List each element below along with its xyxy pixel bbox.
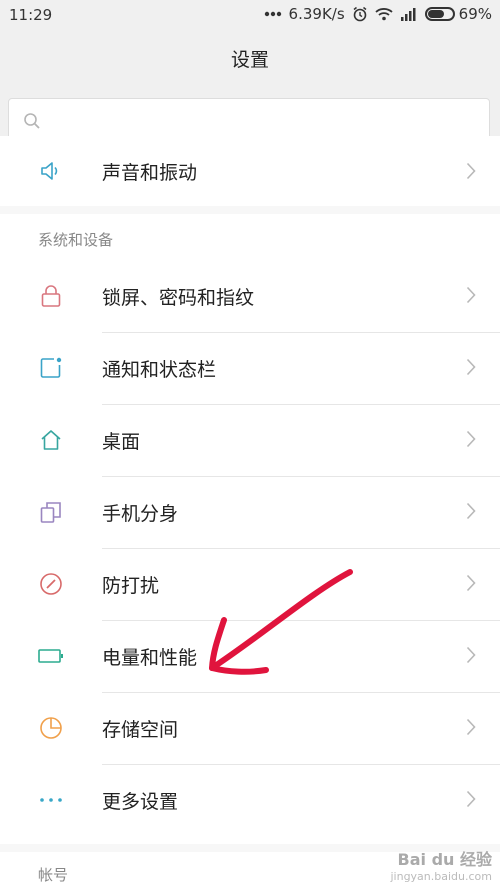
watermark-brand: Bai du 经验 (397, 850, 492, 869)
chevron-right-icon (466, 502, 476, 520)
settings-item-label: 锁屏、密码和指纹 (102, 286, 255, 309)
signal-dots-icon (264, 11, 281, 17)
home-icon (38, 427, 64, 453)
settings-item-notifications[interactable]: 通知和状态栏 (0, 332, 500, 404)
settings-item-label: 存储空间 (102, 718, 179, 741)
settings-item-more[interactable]: 更多设置 (0, 764, 500, 836)
chevron-right-icon (466, 574, 476, 592)
chevron-right-icon (466, 718, 476, 736)
speaker-icon (38, 158, 64, 184)
settings-item-lockscreen[interactable]: 锁屏、密码和指纹 (0, 260, 500, 332)
section-header-system: 系统和设备 (38, 231, 114, 249)
settings-item-storage[interactable]: 存储空间 (0, 692, 500, 764)
status-bar: 11:29 6.39K/s 69% (0, 0, 500, 32)
lock-icon (38, 283, 64, 309)
chevron-right-icon (466, 430, 476, 448)
settings-item-label: 通知和状态栏 (102, 358, 217, 381)
watermark: Bai du 经验 jingyan.baidu.com (390, 846, 492, 883)
storage-icon (38, 715, 64, 741)
battery-icon (38, 643, 64, 669)
do-not-disturb-icon (38, 571, 64, 597)
settings-item-battery-performance[interactable]: 电量和性能 (0, 620, 500, 692)
status-indicators: 6.39K/s 69% (264, 5, 492, 23)
status-time: 11:29 (9, 6, 53, 24)
settings-item-label: 声音和振动 (102, 161, 198, 184)
second-space-icon (38, 499, 64, 525)
battery-percent: 69% (458, 5, 492, 23)
battery-indicator: 69% (424, 5, 492, 23)
page-title: 设置 (0, 32, 500, 88)
chevron-right-icon (466, 790, 476, 808)
settings-item-second-space[interactable]: 手机分身 (0, 476, 500, 548)
system-settings-list: 锁屏、密码和指纹 通知和状态栏 桌面 手机分身 防打扰 电量和性能 存储空间 更… (0, 260, 500, 836)
wifi-icon (375, 8, 393, 21)
chevron-right-icon (466, 162, 476, 180)
chevron-right-icon (466, 358, 476, 376)
settings-item-label: 手机分身 (102, 502, 179, 525)
watermark-url: jingyan.baidu.com (390, 870, 492, 883)
settings-item-label: 桌面 (102, 430, 141, 453)
settings-item-sound[interactable]: 声音和振动 (0, 136, 500, 206)
network-speed: 6.39K/s (288, 5, 345, 23)
search-input[interactable] (53, 107, 477, 137)
settings-item-label: 防打扰 (102, 574, 160, 597)
more-icon (38, 787, 64, 813)
settings-item-label: 更多设置 (102, 790, 179, 813)
chevron-right-icon (466, 646, 476, 664)
search-icon (24, 113, 40, 129)
settings-item-label: 电量和性能 (102, 646, 198, 669)
sound-section: 声音和振动 (0, 136, 500, 206)
settings-item-desktop[interactable]: 桌面 (0, 404, 500, 476)
section-header-account: 帐号 (38, 866, 69, 884)
notification-icon (38, 355, 64, 381)
alarm-icon (353, 6, 367, 22)
cell-signal-icon (400, 8, 416, 21)
battery-status-icon (424, 7, 455, 21)
chevron-right-icon (466, 286, 476, 304)
settings-item-do-not-disturb[interactable]: 防打扰 (0, 548, 500, 620)
system-section: 系统和设备 锁屏、密码和指纹 通知和状态栏 桌面 手机分身 防打扰 电量和性能 … (0, 214, 500, 844)
